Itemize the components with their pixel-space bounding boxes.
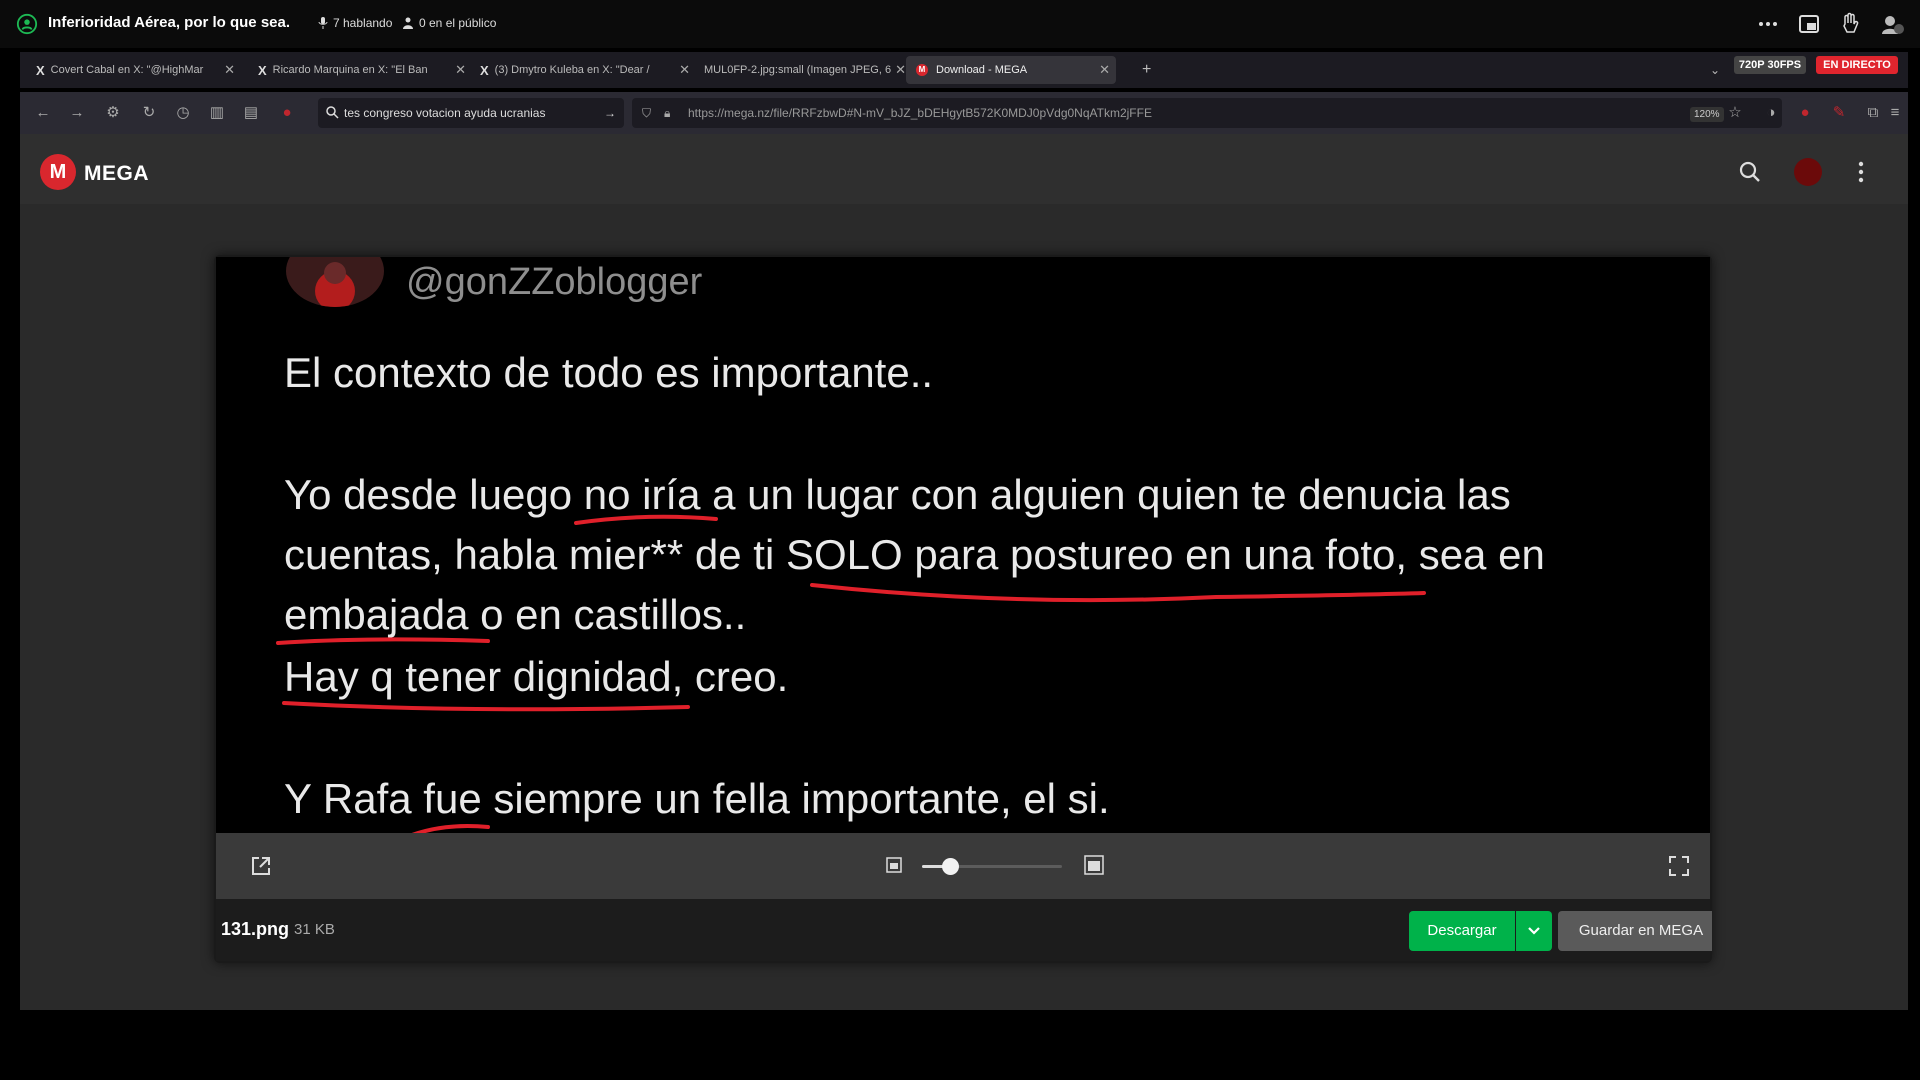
tab-download-mega[interactable]: M Download - MEGA ✕: [906, 56, 1116, 84]
reading-glasses-icon[interactable]: ◑: [1760, 102, 1782, 124]
zoom-level-label: 120%: [1690, 107, 1724, 122]
browser-tab-strip: X Covert Cabal en X: "@HighMar ✕ X Ricardo …: [20, 52, 1908, 88]
extension-icon[interactable]: ●: [276, 102, 298, 124]
x-logo-icon: X: [480, 62, 489, 78]
mega-page: M MEGA @gonZZoblogger El contexto de tod…: [20, 134, 1908, 1010]
speakers-count: 7 hablando: [318, 16, 392, 30]
avatar[interactable]: [1794, 158, 1822, 186]
space-title: Inferioridad Aérea, por lo que sea.: [48, 14, 291, 31]
image-preview: @gonZZoblogger El contexto de todo es im…: [216, 257, 1710, 833]
search-icon[interactable]: [1738, 160, 1762, 184]
tab-covert-cabal[interactable]: X Covert Cabal en X: "@HighMar ✕: [26, 56, 241, 84]
close-tab-icon[interactable]: ✕: [895, 62, 906, 78]
history-icon[interactable]: ◷: [172, 102, 194, 124]
forward-icon[interactable]: →: [66, 102, 88, 124]
microphone-icon: [318, 17, 328, 29]
x-logo-icon: X: [36, 62, 45, 78]
tab-ricardo-marquina[interactable]: X Ricardo Marquina en X: "El Ban ✕: [248, 56, 472, 84]
bookmark-star-icon[interactable]: ☆: [1724, 102, 1746, 124]
mega-favicon-icon: M: [916, 64, 928, 76]
tab-label: Covert Cabal en X: "@HighMar: [50, 64, 204, 76]
search-query: tes congreso votacion ayuda ucranias: [344, 106, 546, 120]
search-box[interactable]: tes congreso votacion ayuda ucranias →: [318, 98, 624, 128]
file-name: 131.png: [221, 919, 290, 939]
zoom-out-icon[interactable]: [886, 857, 902, 873]
more-options-icon[interactable]: [1856, 160, 1866, 184]
sidebar-icon[interactable]: ▥: [206, 102, 228, 124]
zoom-level[interactable]: 120%: [1690, 102, 1724, 124]
chevron-down-icon: [1528, 927, 1540, 935]
quality-badge: 720P 30FPS: [1734, 56, 1806, 74]
extensions-puzzle-icon[interactable]: ⧉: [1862, 102, 1884, 124]
red-underline-annotations: [276, 514, 1426, 833]
file-size: 31 KB: [294, 921, 335, 938]
tab-label: Download - MEGA: [936, 64, 1028, 76]
extension-red-icon[interactable]: ●: [1794, 102, 1816, 124]
listeners-label: 0 en el público: [419, 16, 497, 30]
mega-logo-icon[interactable]: M: [40, 154, 76, 190]
address-bar[interactable]: ⛉ 🔒︎ https://mega.nz/file/RRFzbwD#N-mV_b…: [632, 98, 1782, 128]
search-small-icon: [326, 106, 339, 119]
back-icon[interactable]: ←: [32, 102, 54, 124]
browser-toolbar: ← → ⚙ ↻ ◷ ▥ ▤ ● tes congreso votacion ay…: [20, 92, 1908, 134]
file-info-bar: 131.png 31 KB Descargar Guardar en MEGA: [216, 899, 1712, 961]
reader-icon[interactable]: ▤: [240, 102, 262, 124]
pen-extension-icon[interactable]: ✎: [1828, 102, 1850, 124]
spaces-icon: [16, 13, 38, 35]
download-button[interactable]: Descargar: [1409, 911, 1515, 951]
tab-list-chevron-icon[interactable]: ⌄: [1700, 56, 1728, 84]
mega-header: M MEGA: [20, 134, 1908, 204]
close-tab-icon[interactable]: ✕: [679, 62, 690, 78]
extensions-gear-icon[interactable]: ⚙: [102, 102, 124, 124]
listeners-count: 0 en el público: [402, 16, 496, 30]
tab-image-jpeg[interactable]: MUL0FP-2.jpg:small (Imagen JPEG, 6 ✕: [694, 56, 912, 84]
go-arrow-icon[interactable]: →: [604, 106, 616, 120]
tab-label: MUL0FP-2.jpg:small (Imagen JPEG, 6: [704, 64, 892, 76]
raise-hand-icon[interactable]: [1838, 12, 1862, 36]
minimize-window-icon[interactable]: [1797, 12, 1821, 36]
tab-label: (3) Dmytro Kuleba en X: "Dear /: [494, 64, 650, 76]
zoom-in-icon[interactable]: [1084, 855, 1104, 875]
file-viewer: @gonZZoblogger El contexto de todo es im…: [214, 255, 1712, 963]
shield-icon[interactable]: ⛉: [642, 106, 651, 121]
viewer-controls: [216, 833, 1710, 899]
close-tab-icon[interactable]: ✕: [1099, 62, 1110, 78]
tab-label: Ricardo Marquina en X: "El Ban: [272, 64, 428, 76]
close-tab-icon[interactable]: ✕: [455, 62, 466, 78]
more-icon[interactable]: [1756, 12, 1780, 36]
save-to-mega-button[interactable]: Guardar en MEGA: [1558, 911, 1712, 951]
reload-icon[interactable]: ↻: [138, 102, 160, 124]
mega-logo-text[interactable]: MEGA: [84, 162, 149, 186]
close-tab-icon[interactable]: ✕: [224, 62, 235, 78]
people-icon: [403, 17, 413, 29]
zoom-slider-thumb[interactable]: [942, 858, 959, 875]
fullscreen-icon[interactable]: [1668, 855, 1690, 877]
tab-dmytro-kuleba[interactable]: X (3) Dmytro Kuleba en X: "Dear / ✕: [470, 56, 696, 84]
open-external-icon[interactable]: [250, 855, 272, 877]
lock-icon[interactable]: 🔒︎: [664, 106, 670, 121]
speakers-label: 7 hablando: [333, 16, 393, 30]
new-tab-icon[interactable]: +: [1132, 56, 1160, 84]
x-logo-icon: X: [258, 62, 267, 78]
menu-hamburger-icon[interactable]: ≡: [1884, 102, 1906, 124]
download-options-button[interactable]: [1516, 911, 1552, 951]
zoom-slider[interactable]: [922, 858, 1062, 875]
live-badge: EN DIRECTO: [1816, 56, 1898, 74]
space-bar: Inferioridad Aérea, por lo que sea. 7 ha…: [0, 0, 1920, 48]
listeners-icon[interactable]: [1880, 12, 1904, 36]
url-text: https://mega.nz/file/RRFzbwD#N-mV_bJZ_bD…: [688, 106, 1152, 120]
